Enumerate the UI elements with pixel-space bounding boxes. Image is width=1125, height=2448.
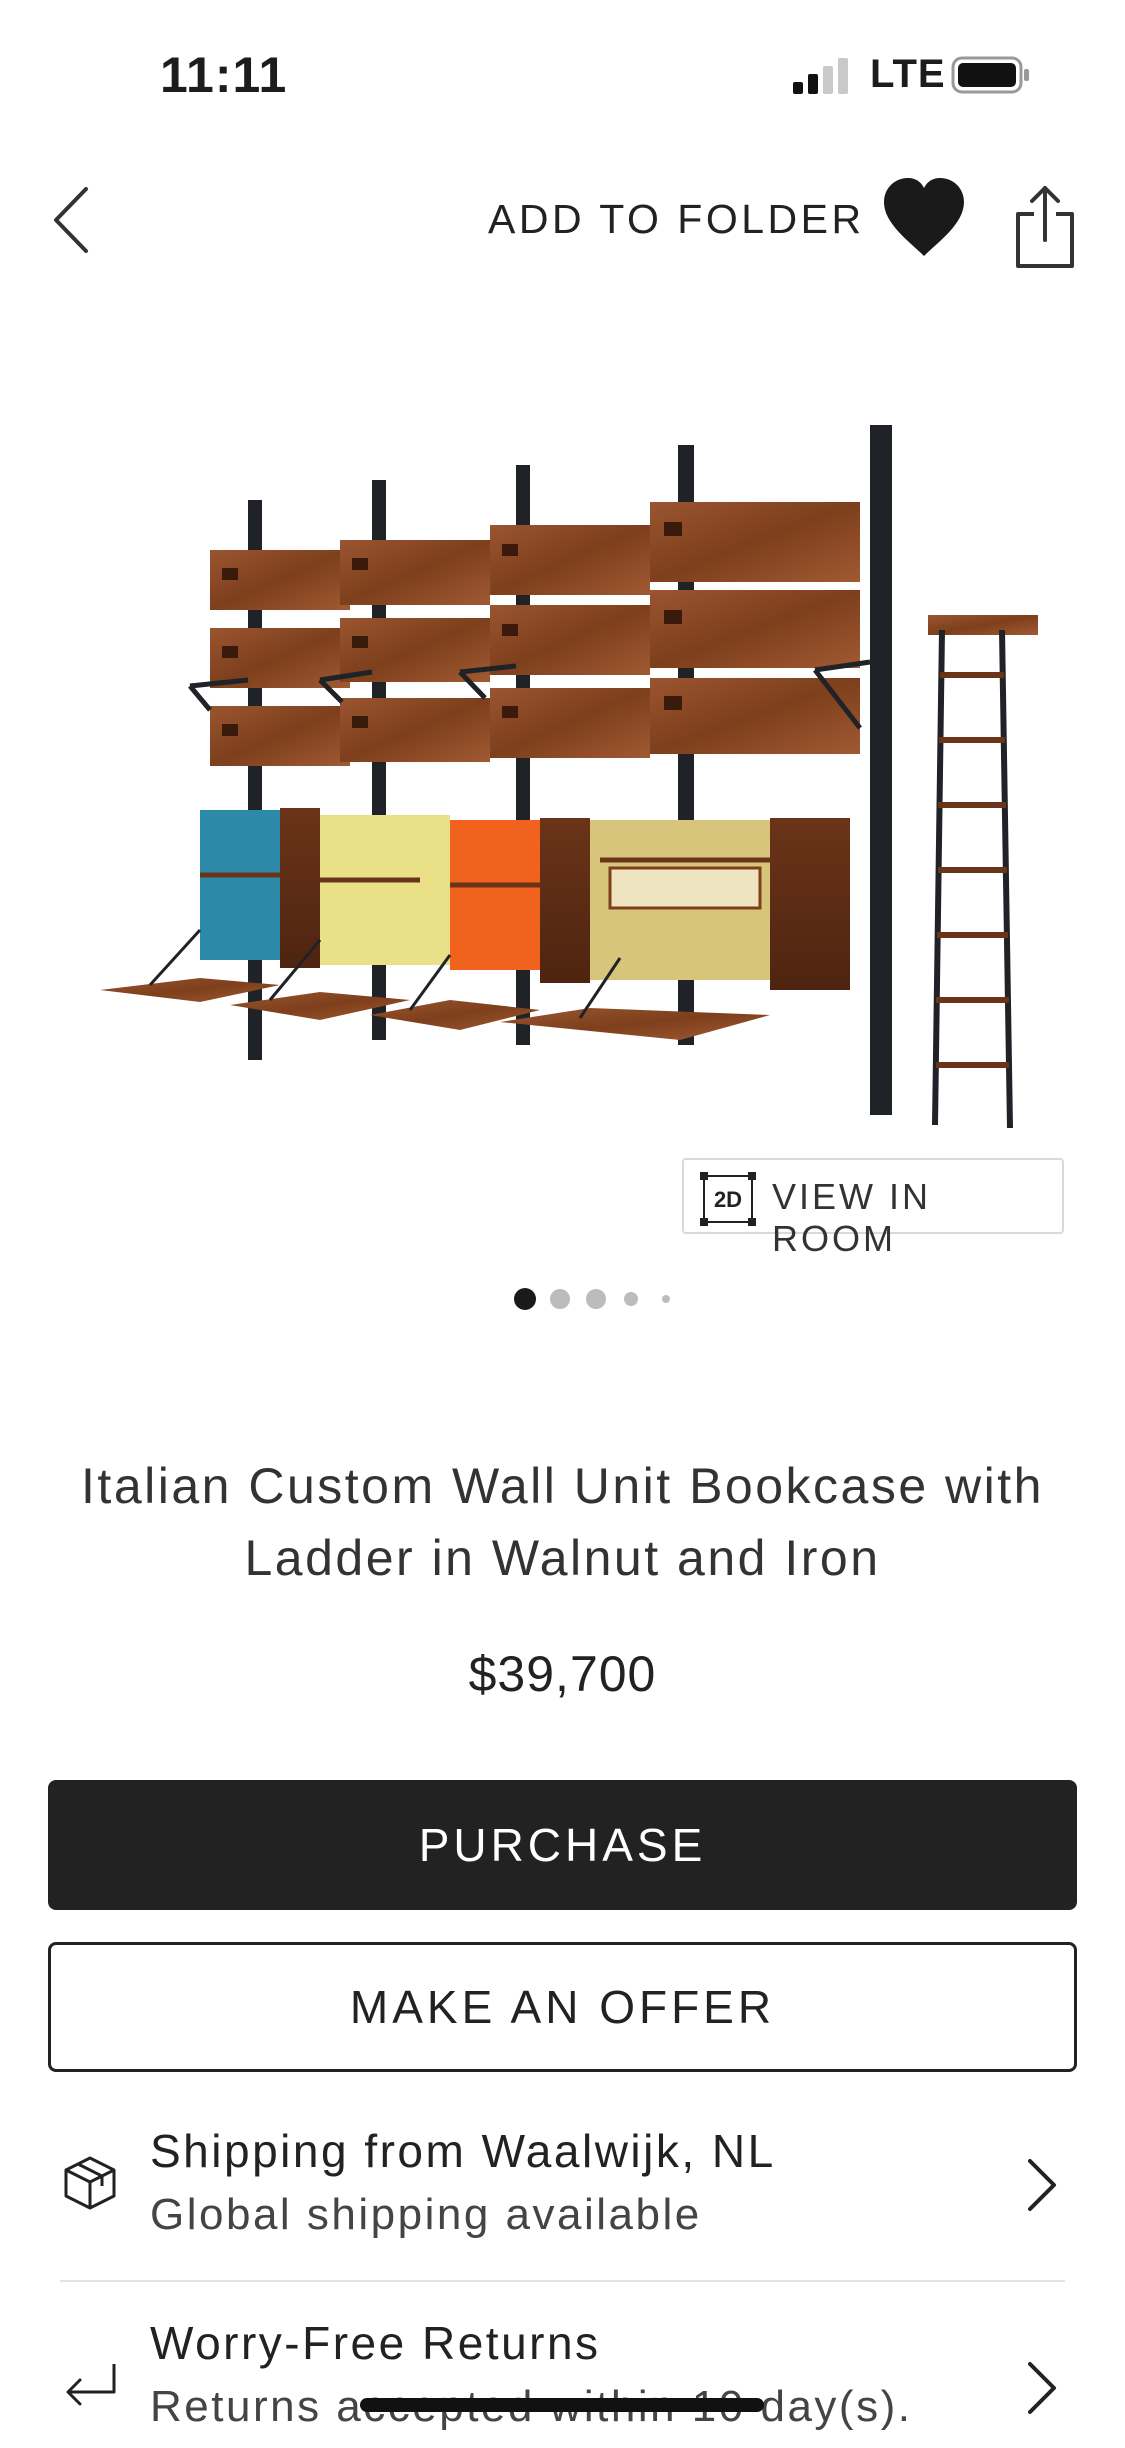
battery-icon — [951, 56, 1029, 94]
shipping-row[interactable]: Shipping from Waalwijk, NL Global shippi… — [0, 2110, 1125, 2260]
shipping-title: Shipping from Waalwijk, NL — [150, 2125, 776, 2177]
page-dot[interactable] — [624, 1292, 638, 1306]
home-indicator[interactable] — [360, 2398, 764, 2412]
returns-title: Worry-Free Returns — [150, 2317, 601, 2369]
page-dot[interactable] — [514, 1288, 536, 1310]
view-in-room-button[interactable]: 2D VIEW IN ROOM — [682, 1158, 1064, 1259]
return-arrow-icon — [66, 2364, 116, 2406]
chevron-right-icon — [1028, 2362, 1056, 2414]
signal-icon — [793, 58, 848, 94]
product-price: $39,700 — [468, 1646, 657, 1702]
status-time: 11:11 — [160, 47, 288, 103]
page-dot[interactable] — [586, 1289, 606, 1309]
purchase-button[interactable]: PURCHASE — [48, 1780, 1077, 1910]
page-dot[interactable] — [662, 1295, 670, 1303]
package-icon — [64, 2156, 116, 2210]
product-image[interactable] — [80, 410, 1040, 1130]
returns-row[interactable]: Worry-Free Returns Returns accepted with… — [0, 2298, 1125, 2448]
view-2d-badge: 2D — [714, 1187, 742, 1212]
view-in-room-label: VIEW IN ROOM — [772, 1176, 932, 1259]
image-pagination[interactable] — [514, 1288, 694, 1312]
chevron-right-icon — [1028, 2159, 1056, 2211]
add-to-folder-button[interactable]: ADD TO FOLDER — [488, 196, 865, 243]
back-button[interactable] — [40, 175, 110, 265]
share-icon[interactable] — [1010, 182, 1080, 272]
make-offer-button[interactable]: MAKE AN OFFER — [48, 1942, 1077, 2072]
shipping-subtitle: Global shipping available — [150, 2190, 702, 2239]
product-title: Italian Custom Wall Unit Bookcase with L… — [81, 1458, 1044, 1586]
page-dot[interactable] — [550, 1289, 570, 1309]
view-2d-icon: 2D — [700, 1172, 756, 1226]
network-label: LTE — [870, 52, 946, 96]
divider — [60, 2280, 1065, 2282]
heart-icon[interactable] — [880, 176, 968, 258]
